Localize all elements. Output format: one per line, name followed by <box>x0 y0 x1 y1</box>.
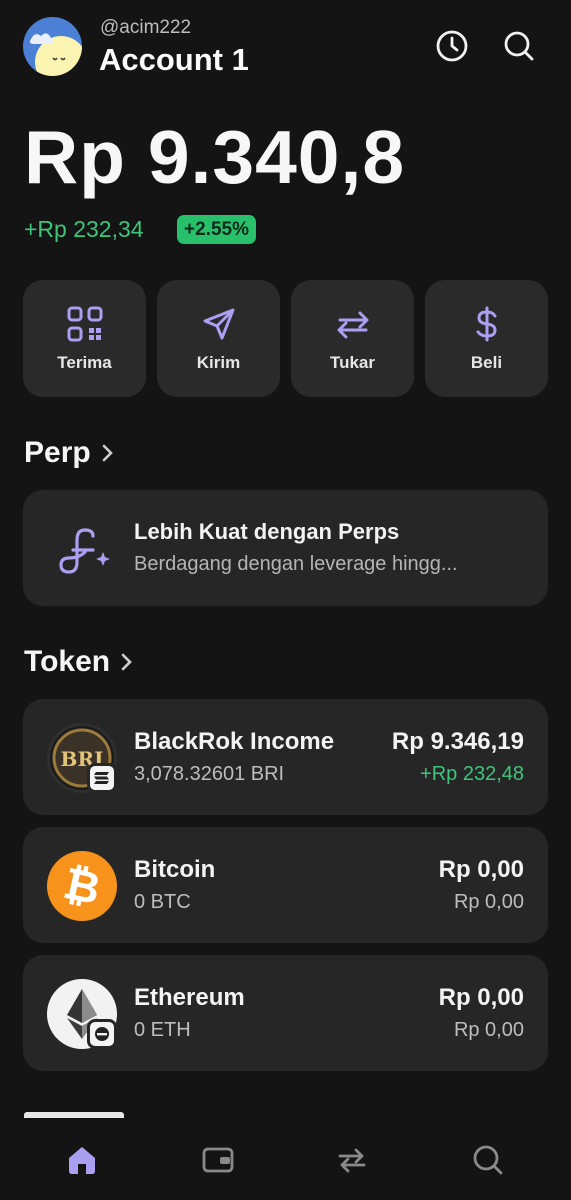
search-icon[interactable] <box>501 28 537 64</box>
account-handle[interactable]: @acim222 <box>100 17 191 39</box>
token-change: +Rp 232,48 <box>420 763 524 785</box>
token-amount: 0 BTC <box>134 891 191 913</box>
account-name[interactable]: Account 1 <box>99 42 249 78</box>
perp-icon <box>59 528 110 574</box>
history-icon[interactable] <box>434 28 470 64</box>
swap-button[interactable]: Tukar <box>291 280 414 397</box>
token-value: Rp 0,00 <box>438 984 524 1011</box>
buy-label: Beli <box>470 352 503 372</box>
bottom-navigation <box>0 1118 571 1200</box>
action-buttons: Terima Kirim Tukar Beli <box>23 280 548 397</box>
chevron-right-icon <box>102 444 113 462</box>
token-name: Bitcoin <box>134 856 216 883</box>
token-value: Rp 9.346,19 <box>391 728 524 755</box>
perp-section-title: Perp <box>24 436 91 469</box>
token-value: Rp 0,00 <box>438 856 524 883</box>
qr-code-icon <box>67 306 102 341</box>
token-amount: 0 ETH <box>134 1019 191 1041</box>
token-row-bitcoin[interactable]: ₿ Bitcoin 0 BTC Rp 0,00 Rp 0,00 <box>23 827 548 943</box>
wallet-icon[interactable] <box>198 1140 238 1180</box>
home-icon[interactable] <box>62 1140 102 1180</box>
swap-icon[interactable] <box>332 1140 372 1180</box>
balance-change-percent-badge: +2.55% <box>177 215 256 244</box>
token-amount: 3,078.32601 BRI <box>134 763 285 785</box>
perp-card-title: Lebih Kuat dengan Perps <box>134 519 400 544</box>
token-name: BlackRok Income <box>134 728 335 755</box>
send-icon <box>203 308 234 339</box>
total-balance: Rp 9.340,8 <box>24 115 406 199</box>
token-change: Rp 0,00 <box>453 891 524 913</box>
header: @acim222 Account 1 <box>0 0 571 100</box>
token-row-blackrok[interactable]: BRI BlackRok Income 3,078.32601 BRI Rp 9… <box>23 699 548 815</box>
bitcoin-logo: ₿ <box>47 851 117 921</box>
avatar[interactable] <box>23 17 82 76</box>
perp-promo-card[interactable]: Lebih Kuat dengan Perps Berdagang dengan… <box>23 490 548 606</box>
token-row-ethereum[interactable]: Ethereum 0 ETH Rp 0,00 Rp 0,00 <box>23 955 548 1071</box>
solana-badge-icon <box>87 763 117 793</box>
receive-label: Terima <box>57 352 112 372</box>
perp-card-subtitle: Berdagang dengan leverage hingg... <box>134 553 458 575</box>
swap-label: Tukar <box>329 352 376 372</box>
bitcoin-logo-text: ₿ <box>59 857 105 915</box>
search-icon[interactable] <box>468 1140 508 1180</box>
chevron-right-icon <box>121 653 132 671</box>
dollar-icon <box>476 306 497 341</box>
swap-icon <box>337 311 368 338</box>
token-section-title: Token <box>24 645 111 678</box>
send-button[interactable]: Kirim <box>157 280 280 397</box>
token-section-header[interactable]: Token <box>24 645 134 679</box>
token-name: Ethereum <box>134 984 245 1011</box>
token-change: Rp 0,00 <box>453 1019 524 1041</box>
buy-button[interactable]: Beli <box>425 280 548 397</box>
network-badge-icon <box>87 1019 117 1049</box>
receive-button[interactable]: Terima <box>23 280 146 397</box>
send-label: Kirim <box>196 352 241 372</box>
balance-change: +Rp 232,34 <box>24 216 144 242</box>
perp-section-header[interactable]: Perp <box>24 436 115 470</box>
